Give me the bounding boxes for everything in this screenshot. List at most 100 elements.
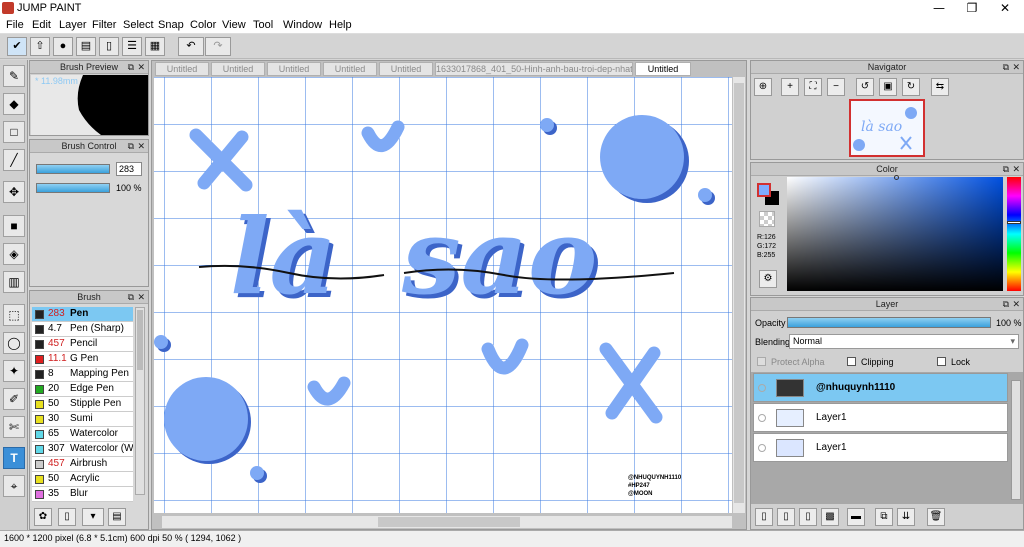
document-icon[interactable]: ▯ [99, 37, 119, 56]
export-icon[interactable]: ⇧ [30, 37, 50, 56]
menu-color[interactable]: Color [190, 19, 216, 31]
color-picker-field[interactable] [787, 175, 1003, 291]
protect-alpha-checkbox[interactable] [757, 357, 766, 366]
reset-rotation-icon[interactable]: ▣ [879, 78, 897, 96]
menu-tool[interactable]: Tool [253, 19, 273, 31]
brush-item[interactable]: 307 Watercolor (Wet) [32, 442, 133, 457]
menu-view[interactable]: View [222, 19, 246, 31]
panel-close-icon[interactable]: ✕ [1012, 298, 1020, 311]
brush-item[interactable]: 50 Stipple Pen [32, 397, 133, 412]
brush-item[interactable]: 65 Watercolor [32, 427, 133, 442]
eyedropper-tool-icon[interactable]: ⌖ [3, 475, 25, 497]
tab-image-file[interactable]: 1633017868_401_50-Hinh-anh-bau-troi-dep-… [435, 62, 633, 76]
minimize-button[interactable]: — [922, 0, 956, 17]
eraser-tool-icon[interactable]: ◆ [3, 93, 25, 115]
layer-row-layer1-a[interactable]: Layer1 [753, 403, 1008, 432]
tab-untitled-4[interactable]: Untitled [323, 62, 377, 76]
comment-icon[interactable]: ● [53, 37, 73, 56]
navigator-thumbnail[interactable]: là sao [849, 99, 925, 157]
rotate-left-icon[interactable]: ↺ [856, 78, 874, 96]
message-icon[interactable]: ▤ [76, 37, 96, 56]
visibility-icon[interactable] [758, 384, 766, 392]
tab-untitled-2[interactable]: Untitled [211, 62, 265, 76]
gradient-tool-icon[interactable]: ▥ [3, 271, 25, 293]
brush-item[interactable]: 30 Sumi [32, 412, 133, 427]
menu-layer[interactable]: Layer [59, 19, 87, 31]
visibility-icon[interactable] [758, 414, 766, 422]
text-tool-icon[interactable]: T [3, 447, 25, 469]
menu-edit[interactable]: Edit [32, 19, 51, 31]
lasso-icon[interactable]: ◯ [3, 332, 25, 354]
duplicate-layer-icon[interactable]: ⧉ [875, 508, 893, 526]
brush-item[interactable]: 457 Airbrush [32, 457, 133, 472]
line-tool-icon[interactable]: ╱ [3, 149, 25, 171]
redo-icon[interactable]: ↷ [205, 37, 231, 56]
tab-untitled-5[interactable]: Untitled [379, 62, 433, 76]
new-layer-8bit-icon[interactable]: ▯ [777, 508, 795, 526]
foreground-color-swatch[interactable] [757, 183, 771, 197]
rotate-right-icon[interactable]: ↻ [902, 78, 920, 96]
menu-filter[interactable]: Filter [92, 19, 116, 31]
fit-screen-icon[interactable]: ⛶ [804, 78, 822, 96]
brush-size-slider[interactable] [36, 164, 110, 174]
brush-item[interactable]: 50 Acrylic [32, 472, 133, 487]
brush-settings-icon[interactable]: ✿ [34, 508, 52, 526]
menu-file[interactable]: File [6, 19, 24, 31]
undo-icon[interactable]: ↶ [178, 37, 204, 56]
menu-snap[interactable]: Snap [158, 19, 184, 31]
new-layer-1bit-icon[interactable]: ▯ [799, 508, 817, 526]
menu-select[interactable]: Select [123, 19, 154, 31]
menu-help[interactable]: Help [329, 19, 352, 31]
panel-close-icon[interactable]: ✕ [137, 291, 145, 304]
close-button[interactable]: ✕ [988, 0, 1022, 17]
panel-expand-icon[interactable]: ⧉ [1003, 163, 1009, 176]
tab-untitled-1[interactable]: Untitled [155, 62, 209, 76]
grid-edit-icon[interactable]: ▦ [145, 37, 165, 56]
layer-list-scrollbar[interactable] [1011, 380, 1021, 500]
brush-item[interactable]: 35 Blur [32, 487, 133, 502]
zoom-fit-icon[interactable]: ⊕ [754, 78, 772, 96]
panel-close-icon[interactable]: ✕ [137, 140, 145, 153]
clipping-checkbox[interactable] [847, 357, 856, 366]
brush-list-scrollbar[interactable] [135, 307, 145, 495]
magic-wand-icon[interactable]: ✦ [3, 360, 25, 382]
brush-item[interactable]: 8 Mapping Pen [32, 367, 133, 382]
panel-expand-icon[interactable]: ⧉ [128, 61, 134, 74]
bucket-tool-icon[interactable]: ◈ [3, 243, 25, 265]
brush-item[interactable]: 4.7 Pen (Sharp) [32, 322, 133, 337]
panel-close-icon[interactable]: ✕ [1012, 61, 1020, 74]
maximize-button[interactable]: ❐ [955, 0, 989, 17]
canvas-vertical-scrollbar[interactable] [733, 77, 745, 513]
zoom-out-icon[interactable]: − [827, 78, 845, 96]
panel-expand-icon[interactable]: ⧉ [128, 140, 134, 153]
panel-close-icon[interactable]: ✕ [137, 61, 145, 74]
hue-slider[interactable] [1007, 177, 1021, 291]
cloud-icon[interactable]: ✔ [7, 37, 27, 56]
brush-menu-icon[interactable]: ▾ [82, 508, 104, 526]
select-eraser-icon[interactable]: ✄ [3, 416, 25, 438]
new-brush-icon[interactable]: ▯ [58, 508, 76, 526]
move-tool-icon[interactable]: ✥ [3, 181, 25, 203]
blending-select[interactable]: Normal ▾ [789, 334, 1019, 349]
drawing-canvas[interactable]: là là sao sao @NHUQUYNH1110 #HP247 @MOON [154, 77, 732, 513]
lock-checkbox[interactable] [937, 357, 946, 366]
menu-window[interactable]: Window [283, 19, 322, 31]
zoom-in-icon[interactable]: + [781, 78, 799, 96]
rect-tool-icon[interactable]: □ [3, 121, 25, 143]
merge-layer-icon[interactable]: ⇊ [897, 508, 915, 526]
layer-opacity-slider[interactable] [787, 317, 991, 328]
select-rect-icon[interactable]: ⬚ [3, 304, 25, 326]
brush-item[interactable]: 20 Edge Pen [32, 382, 133, 397]
tab-untitled-active[interactable]: Untitled [635, 62, 691, 76]
brush-item[interactable]: 11.1 G Pen [32, 352, 133, 367]
color-settings-icon[interactable]: ⚙ [759, 270, 777, 288]
new-layer-icon[interactable]: ▯ [755, 508, 773, 526]
layer-row-nhuquynh[interactable]: @nhuquynh1110 [753, 373, 1008, 402]
brush-item[interactable]: 457 Pencil [32, 337, 133, 352]
panel-expand-icon[interactable]: ⧉ [1003, 298, 1009, 311]
fill-rect-tool-icon[interactable]: ■ [3, 215, 25, 237]
brush-size-field[interactable]: 283 [116, 162, 142, 176]
brush-copy-icon[interactable]: ▤ [108, 508, 126, 526]
layer-row-layer1-b[interactable]: Layer1 [753, 433, 1008, 462]
tab-untitled-3[interactable]: Untitled [267, 62, 321, 76]
